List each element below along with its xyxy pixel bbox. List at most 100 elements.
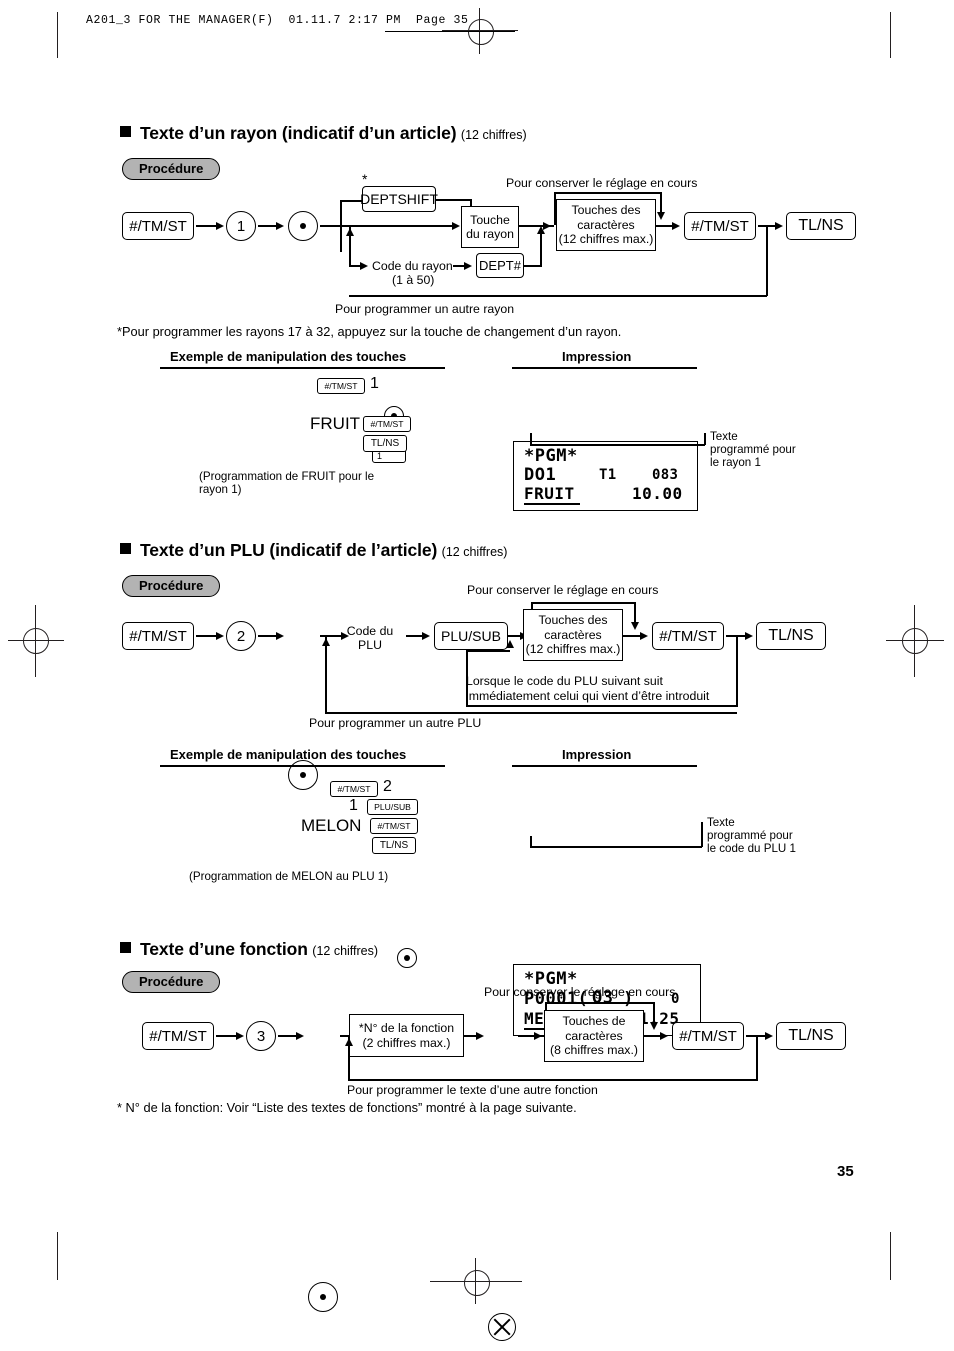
- dept-example-caption-line1: (Programmation de FRUIT pour le: [199, 470, 375, 483]
- char-line1: Touches des: [538, 613, 608, 628]
- key-label: TL/NS: [379, 840, 409, 851]
- connector: [196, 225, 218, 227]
- key-label: PLU/SUB: [441, 628, 501, 644]
- arrow-icon: [360, 261, 368, 270]
- plu-example-header: Exemple de manipulation des touches: [170, 747, 407, 762]
- arrow-icon: [649, 1022, 658, 1030]
- key-tmst-function-end[interactable]: #/TM/ST: [672, 1022, 744, 1050]
- connector: [540, 233, 542, 266]
- arrow-icon: [534, 1031, 542, 1040]
- key-tmst-dept-start[interactable]: #/TM/ST: [122, 212, 194, 240]
- registration-mark-top: [468, 19, 494, 45]
- key-dept-touch[interactable]: Touche du rayon: [461, 206, 519, 248]
- connector: [258, 225, 278, 227]
- arrow-icon: [476, 1031, 484, 1040]
- dept-footnote: *Pour programmer les rayons 17 à 32, app…: [117, 324, 622, 339]
- dept-impression-underline: [512, 367, 697, 369]
- example-key-tmst-plu[interactable]: #/TM/ST: [330, 781, 378, 797]
- key-label: #/TM/ST: [377, 821, 411, 831]
- section-heading-function-text: Texte d’une fonction (12 chiffres): [120, 939, 378, 960]
- key-decimal-point[interactable]: [288, 211, 318, 241]
- crop-mark-bottom-left-vertical: [57, 1232, 58, 1280]
- connector: [545, 1002, 655, 1004]
- key-multiply[interactable]: [488, 1313, 516, 1341]
- key-label: DEPTSHIFT: [360, 191, 438, 207]
- char-keys-box-plu: Touches des caractères (12 chiffres max.…: [523, 609, 623, 661]
- key-deptshift[interactable]: DEPTSHIFT: [360, 186, 438, 212]
- example-key-decimal-plu[interactable]: [397, 948, 417, 968]
- example-key-tlns-dept[interactable]: TL/NS: [363, 435, 407, 452]
- key-tmst-plu-start[interactable]: #/TM/ST: [122, 622, 194, 650]
- plu-loop-label: Pour programmer un autre PLU: [309, 716, 482, 730]
- key-label: #/TM/ST: [691, 217, 749, 235]
- arrow-icon: [543, 221, 551, 230]
- arrow-icon: [656, 212, 665, 220]
- plu-next-label-line1: Lorsque le code du PLU suivant suit: [466, 674, 663, 688]
- char-line1: Touches des: [571, 203, 641, 218]
- callout-leader-horizontal: [530, 846, 702, 848]
- section-heading-plu-text: Texte d’un PLU (indicatif de l’article) …: [120, 540, 507, 561]
- key-tmst-plu-end[interactable]: #/TM/ST: [652, 622, 724, 650]
- connector: [348, 1079, 758, 1081]
- key-mode-2[interactable]: 2: [226, 621, 256, 651]
- key-dept-number[interactable]: DEPT#: [476, 253, 524, 278]
- char-line2: caractères: [544, 627, 602, 642]
- key-mode-1[interactable]: 1: [226, 211, 256, 241]
- crop-mark-bottom-right-vertical: [890, 1232, 891, 1280]
- arrow-icon: [452, 221, 460, 230]
- connector: [766, 226, 768, 296]
- callout-leader-vertical-2: [701, 822, 703, 847]
- key-label: TL/NS: [768, 627, 814, 644]
- example-key-tlns-plu[interactable]: TL/NS: [372, 837, 416, 854]
- example-key-plusub[interactable]: PLU/SUB: [367, 799, 418, 815]
- key-label: #/TM/ST: [129, 627, 187, 645]
- key-label: #/TM/ST: [337, 784, 371, 794]
- arrow-icon: [775, 221, 783, 230]
- registration-mark-bottom: [464, 1270, 490, 1296]
- connector: [320, 225, 342, 227]
- key-label: PLU/SUB: [374, 802, 411, 812]
- procedure-badge-dept: Procédure: [122, 158, 221, 180]
- bullet-square-icon: [120, 126, 131, 137]
- arrow-icon: [745, 631, 753, 640]
- connector: [278, 1035, 298, 1037]
- registration-mark-left: [23, 628, 49, 654]
- arrow-icon: [216, 221, 224, 230]
- char-keys-box-function: Touches de caractères (8 chiffres max.): [544, 1010, 644, 1062]
- char-line1: Touches de: [562, 1014, 626, 1029]
- example-key-tmst-dept-2[interactable]: #/TM/ST: [363, 416, 411, 432]
- section-title-suffix: (12 chiffres): [460, 128, 527, 142]
- procedure-label: Procédure: [122, 158, 221, 180]
- arrow-icon: [422, 631, 430, 640]
- key-tlns-function[interactable]: TL/NS: [776, 1022, 846, 1050]
- callout-leader-horizontal: [530, 444, 705, 446]
- receipt-line-pgm: *PGM*: [524, 446, 578, 466]
- plu-impression-underline: [512, 765, 697, 767]
- procedure-badge-plu: Procédure: [122, 575, 221, 597]
- function-number-box: *N° de la fonction (2 chiffres max.): [349, 1014, 464, 1057]
- plu-callout-line1: Texte: [707, 816, 735, 829]
- receipt-line-dept-text: FRUIT: [524, 484, 575, 503]
- connector: [325, 712, 737, 714]
- connector: [623, 635, 641, 637]
- arrow-icon: [630, 622, 639, 630]
- key-tlns-plu[interactable]: TL/NS: [756, 622, 826, 650]
- key-decimal-point-function[interactable]: [308, 1282, 338, 1312]
- key-plusub[interactable]: PLU/SUB: [434, 622, 508, 650]
- key-tmst-dept-end[interactable]: #/TM/ST: [684, 212, 756, 240]
- function-line2: (2 chiffres max.): [362, 1035, 451, 1050]
- key-mode-3[interactable]: 3: [246, 1021, 276, 1051]
- section-heading-dept-text: Texte d’un rayon (indicatif d’un article…: [120, 123, 527, 144]
- char-keys-box-dept: Touches des caractères (12 chiffres max.…: [556, 199, 656, 251]
- callout-leader-vertical-2: [704, 433, 706, 445]
- function-loop-label: Pour programmer le texte d’une autre fon…: [347, 1083, 598, 1097]
- example-key-tmst-dept[interactable]: #/TM/ST: [317, 378, 365, 394]
- key-tlns-dept[interactable]: TL/NS: [786, 212, 856, 240]
- dept-example-underline: [160, 367, 445, 369]
- key-tmst-function-start[interactable]: #/TM/ST: [142, 1022, 214, 1050]
- example-key-tmst-plu-2[interactable]: #/TM/ST: [370, 818, 418, 834]
- print-header-text: A201_3 FOR THE MANAGER(F) 01.11.7 2:17 P…: [86, 14, 469, 27]
- dept-code-label-line1: Code du rayon: [372, 259, 453, 273]
- arrow-icon: [296, 1031, 304, 1040]
- section-title: Texte d’un rayon (indicatif d’un article…: [140, 123, 457, 143]
